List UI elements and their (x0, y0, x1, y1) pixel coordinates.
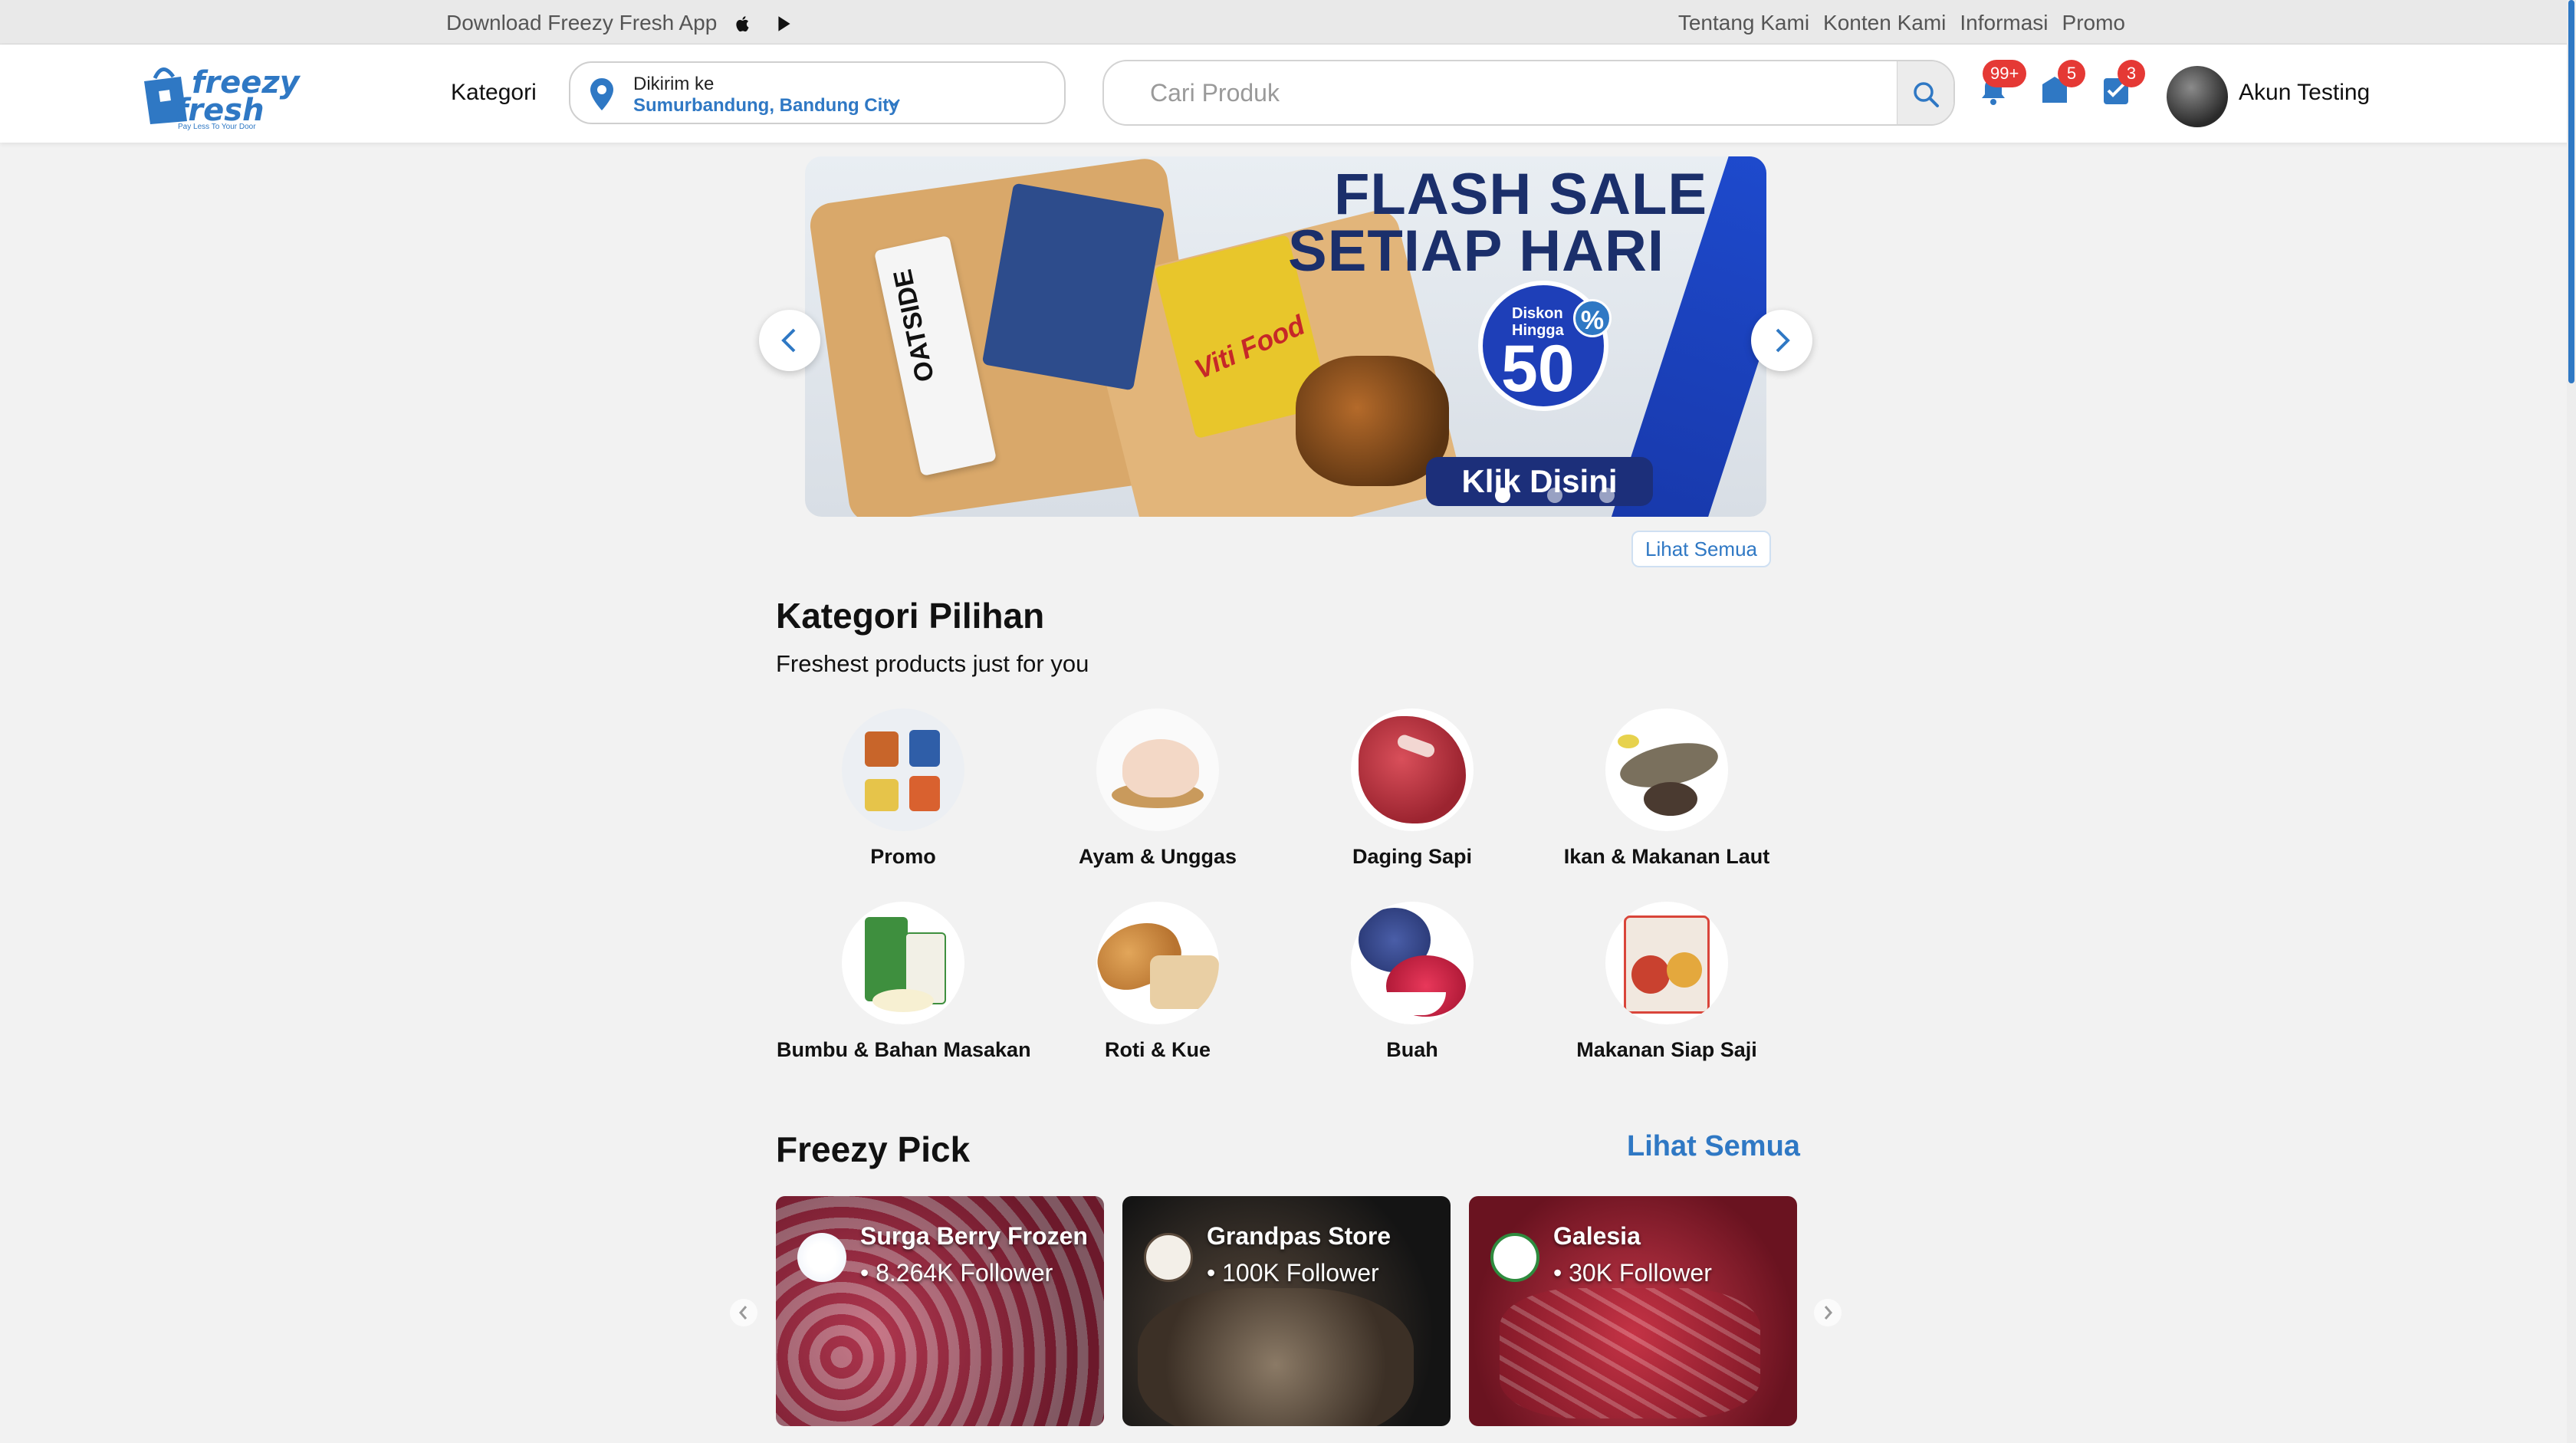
orders-badge: 3 (2118, 60, 2145, 87)
store-followers: • 30K Follower (1553, 1259, 1712, 1287)
top-links: Tentang Kami Konten Kami Informasi Promo (1678, 11, 2125, 35)
banner-title-line2: SETIAP HARI (1288, 219, 1665, 284)
banner-see-all-button[interactable]: Lihat Semua (1631, 531, 1771, 567)
percent-icon: % (1573, 299, 1612, 337)
store-name: Surga Berry Frozen (860, 1222, 1088, 1250)
search-icon (1914, 82, 1939, 107)
spices-image (842, 902, 964, 1024)
carousel-dots (1495, 488, 1615, 503)
location-pin-icon (590, 78, 613, 110)
chevron-left-icon (781, 328, 796, 353)
kategori-section-title: Kategori Pilihan (776, 596, 1045, 636)
promo-products-image (842, 708, 964, 831)
fish-image (1605, 708, 1728, 831)
link-promo[interactable]: Promo (2062, 11, 2125, 35)
freezy-fresh-logo[interactable]: freezy fresh Pay Less To Your Door (140, 52, 301, 135)
category-daging-sapi[interactable]: Daging Sapi (1286, 708, 1539, 869)
category-bumbu-bahan[interactable]: Bumbu & Bahan Masakan (777, 902, 1031, 1062)
store-logo (797, 1233, 846, 1282)
beef-image (1351, 708, 1474, 831)
store-card-galesia[interactable]: Galesia • 30K Follower (1469, 1196, 1797, 1426)
carousel-dot[interactable] (1495, 488, 1510, 503)
frozen-pack-image (981, 182, 1165, 391)
store-name: Grandpas Store (1207, 1222, 1392, 1250)
category-ikan-makanan-laut[interactable]: Ikan & Makanan Laut (1540, 708, 1793, 869)
kategori-menu[interactable]: Kategori (451, 80, 537, 106)
carousel-dot[interactable] (1547, 488, 1562, 503)
page-scrollbar[interactable] (2567, 0, 2576, 1443)
category-buah[interactable]: Buah (1286, 902, 1539, 1062)
chevron-down-icon (888, 99, 900, 107)
store-followers: • 100K Follower (1207, 1259, 1379, 1287)
store-logo (1490, 1233, 1539, 1282)
store-followers: • 8.264K Follower (860, 1259, 1053, 1287)
fruit-image (1351, 902, 1474, 1024)
delivery-location-selector[interactable]: Dikirim ke Sumurbandung, Bandung City (569, 61, 1066, 124)
store-card-surga-berry[interactable]: Surga Berry Frozen • 8.264K Follower (776, 1196, 1104, 1426)
download-app-text[interactable]: Download Freezy Fresh App (446, 11, 717, 35)
link-tentang-kami[interactable]: Tentang Kami (1678, 11, 1809, 35)
category-ayam-unggas[interactable]: Ayam & Unggas (1031, 708, 1284, 869)
ready-meal-image (1605, 902, 1728, 1024)
freezy-pick-see-all-link[interactable]: Lihat Semua (1627, 1130, 1800, 1163)
pick-next-button[interactable] (1814, 1299, 1842, 1326)
freezy-pick-title: Freezy Pick (776, 1129, 971, 1169)
chicken-image (1096, 708, 1219, 831)
category-promo[interactable]: Promo (777, 708, 1030, 869)
discount-badge: Diskon Hingga 50 % (1478, 281, 1612, 411)
category-roti-kue[interactable]: Roti & Kue (1031, 902, 1284, 1062)
carousel-prev-button[interactable] (759, 310, 820, 371)
delivery-label: Dikirim ke (633, 74, 715, 94)
chevron-right-icon (1776, 328, 1790, 353)
search-input[interactable] (1150, 75, 1840, 110)
kategori-section-subtitle: Freshest products just for you (776, 650, 1089, 677)
carousel-next-button[interactable] (1751, 310, 1812, 371)
delivery-address: Sumurbandung, Bandung City (633, 95, 899, 116)
link-konten-kami[interactable]: Konten Kami (1823, 11, 1946, 35)
bread-image (1096, 902, 1219, 1024)
play-store-icon[interactable] (774, 14, 794, 34)
category-makanan-siap-saji[interactable]: Makanan Siap Saji (1540, 902, 1793, 1062)
search-button[interactable] (1897, 61, 1953, 124)
carousel-dot[interactable] (1599, 488, 1615, 503)
flash-sale-banner[interactable]: OATSIDE Viti Food FLASH SALE SETIAP HARI… (805, 156, 1766, 517)
avatar[interactable] (2167, 66, 2228, 127)
account-name[interactable]: Akun Testing (2239, 80, 2370, 106)
link-informasi[interactable]: Informasi (1960, 11, 2048, 35)
pick-prev-button[interactable] (730, 1299, 757, 1326)
notification-badge: 99+ (1983, 60, 2027, 87)
top-strip: Download Freezy Fresh App Tentang Kami K… (0, 0, 2576, 44)
inbox-badge: 5 (2058, 60, 2085, 87)
store-card-grandpas[interactable]: Grandpas Store • 100K Follower (1122, 1196, 1451, 1426)
search-bar (1102, 60, 1955, 126)
store-name: Galesia (1553, 1222, 1641, 1250)
store-logo (1144, 1233, 1193, 1282)
apple-icon[interactable] (733, 14, 753, 34)
scrollbar-thumb[interactable] (2568, 0, 2574, 383)
chevron-left-icon (739, 1306, 748, 1320)
chevron-right-icon (1824, 1306, 1832, 1320)
main-header: freezy fresh Pay Less To Your Door Kateg… (0, 44, 2576, 143)
